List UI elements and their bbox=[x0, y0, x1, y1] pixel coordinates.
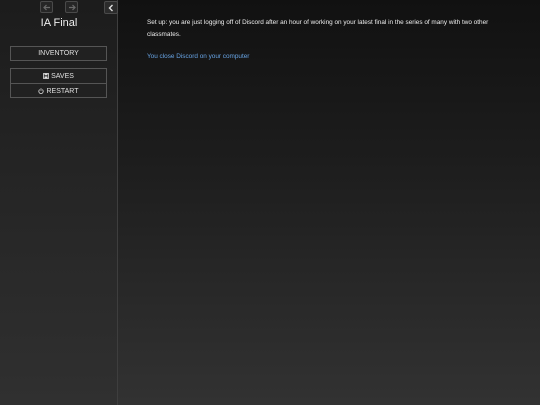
passage: Set up: you are just logging off of Disc… bbox=[147, 17, 517, 41]
restart-label: RESTART bbox=[46, 87, 79, 95]
arrow-right-icon bbox=[68, 4, 76, 10]
arrow-left-icon bbox=[42, 4, 50, 10]
saves-button[interactable]: SAVES bbox=[11, 69, 106, 84]
history-forward-button[interactable] bbox=[65, 1, 78, 13]
restart-button[interactable]: RESTART bbox=[11, 84, 106, 98]
toggle-sidebar-button[interactable] bbox=[104, 1, 118, 14]
floppy-disk-icon bbox=[43, 73, 49, 79]
saves-label: SAVES bbox=[51, 72, 74, 80]
menu-stack: SAVES RESTART bbox=[10, 68, 107, 98]
inventory-button[interactable]: INVENTORY bbox=[10, 46, 107, 61]
inventory-label: INVENTORY bbox=[38, 50, 79, 57]
chevron-left-icon bbox=[108, 4, 113, 11]
history-backward-button[interactable] bbox=[40, 1, 53, 13]
passage-text: Set up: you are just logging off of Disc… bbox=[147, 19, 489, 38]
choice-link[interactable]: You close Discord on your computer bbox=[147, 53, 249, 60]
power-icon bbox=[38, 88, 45, 94]
story-title: IA Final bbox=[40, 17, 78, 29]
sidebar: IA Final INVENTORY SAVES RESTART bbox=[0, 0, 118, 405]
